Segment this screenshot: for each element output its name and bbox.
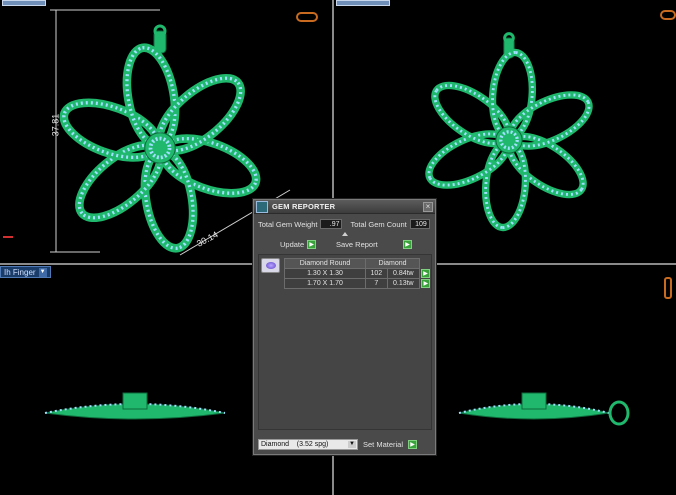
view-select[interactable]: Ih Finger ▼ [0, 266, 51, 278]
panel-title: GEM REPORTER [272, 202, 336, 211]
row-action[interactable]: ▶ [420, 279, 431, 289]
view-select-label: Ih Finger [4, 267, 36, 277]
table-row[interactable]: 1.70 X 1.70 7 0.13tw ▶ [284, 278, 431, 289]
gem-reporter-panel: GEM REPORTER × Total Gem Weight .97 Tota… [253, 199, 436, 455]
gem-reporter-icon [256, 201, 268, 213]
viewport-tab[interactable] [2, 0, 46, 6]
total-count-label: Total Gem Count [350, 219, 407, 229]
play-icon[interactable]: ▶ [307, 240, 317, 249]
gem-table: Diamond Round Diamond 1.30 X 1.30 102 0.… [284, 258, 431, 289]
material-bar: Diamond (3.52 spg) ▼ Set Material ▶ [258, 437, 432, 451]
play-icon[interactable]: ▶ [403, 240, 412, 249]
update-label: Update [280, 240, 305, 249]
gem-size-cell: 1.70 X 1.70 [284, 278, 366, 289]
chevron-down-icon[interactable]: ▼ [348, 440, 356, 448]
update-button[interactable]: Update ▶ [280, 240, 317, 249]
set-material-label: Set Material [363, 439, 404, 449]
totals-row: Total Gem Weight .97 Total Gem Count 109 [258, 219, 430, 229]
gem-size-cell: 1.30 X 1.30 [284, 268, 366, 279]
figure-nav-icon[interactable] [664, 277, 672, 299]
play-icon[interactable]: ▶ [408, 439, 418, 449]
axis-indicator [3, 236, 13, 238]
gem-list[interactable]: Diamond Round Diamond 1.30 X 1.30 102 0.… [258, 254, 432, 430]
total-weight-label: Total Gem Weight [258, 219, 318, 229]
gem-weight-cell: 0.84tw [386, 268, 421, 279]
total-weight-value: .97 [320, 219, 343, 229]
dimension-height: 37.81 [50, 113, 61, 137]
save-report-label: Save Report [336, 240, 378, 249]
gem-icon[interactable] [261, 258, 280, 273]
panel-titlebar[interactable]: GEM REPORTER × [254, 200, 435, 214]
gem-count-cell: 7 [365, 278, 388, 289]
ring-nav-icon[interactable] [296, 12, 318, 22]
table-header-cell: Diamond Round [284, 258, 366, 269]
play-icon[interactable]: ▶ [421, 269, 430, 278]
table-header-cell: Diamond [365, 258, 420, 269]
collapse-arrow-icon[interactable] [342, 232, 348, 236]
ring-nav-icon[interactable] [660, 10, 676, 20]
material-select[interactable]: Diamond (3.52 spg) ▼ [258, 438, 358, 450]
row-action[interactable]: ▶ [420, 269, 431, 279]
close-icon[interactable]: × [423, 202, 433, 212]
gem-weight-cell: 0.13tw [386, 278, 421, 289]
save-report-button[interactable]: Save Report ▶ [336, 240, 412, 249]
play-icon[interactable]: ▶ [421, 279, 431, 288]
gem-count-cell: 102 [365, 268, 388, 279]
chevron-down-icon[interactable]: ▼ [38, 267, 47, 277]
total-count-value: 109 [409, 219, 430, 229]
flower-pendant [59, 24, 261, 253]
table-header-row: Diamond Round Diamond [284, 258, 431, 269]
material-select-value: Diamond (3.52 spg) [261, 440, 329, 448]
viewport-tab[interactable] [336, 0, 390, 6]
table-row[interactable]: 1.30 X 1.30 102 0.84tw ▶ [284, 268, 431, 279]
